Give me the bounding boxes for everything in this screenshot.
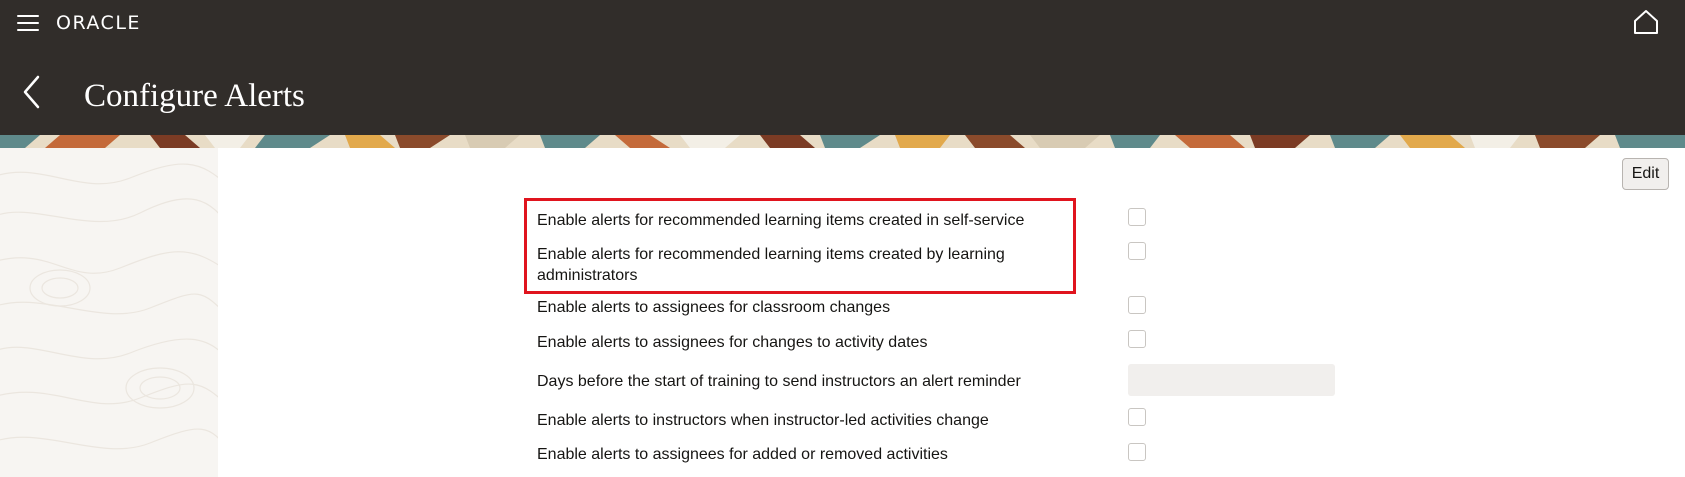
global-header: ORACLE Configure Alerts	[0, 0, 1685, 135]
checkbox-admin-recommended[interactable]	[1128, 242, 1146, 260]
checkbox-self-service-recommended[interactable]	[1128, 208, 1146, 226]
left-decorative-panel	[0, 148, 218, 477]
setting-label-admin-recommended: Enable alerts for recommended learning i…	[537, 246, 1005, 284]
checkbox-instructor-led-changes[interactable]	[1128, 408, 1146, 426]
setting-label-self-service-recommended: Enable alerts for recommended learning i…	[537, 212, 1025, 229]
decorative-pattern-band	[0, 135, 1685, 148]
setting-label-reminder-days: Days before the start of training to sen…	[537, 373, 1021, 390]
checkbox-added-removed-activities[interactable]	[1128, 443, 1146, 461]
setting-label-added-removed-activities: Enable alerts to assignees for added or …	[537, 446, 948, 463]
checkbox-classroom-changes[interactable]	[1128, 296, 1146, 314]
topographic-pattern	[0, 163, 218, 450]
reminder-days-field[interactable]	[1128, 364, 1335, 396]
edit-button[interactable]: Edit	[1622, 158, 1669, 190]
setting-label-classroom-changes: Enable alerts to assignees for classroom…	[537, 299, 891, 316]
home-icon[interactable]	[1633, 9, 1659, 35]
page-title: Configure Alerts	[84, 78, 305, 114]
setting-label-activity-dates: Enable alerts to assignees for changes t…	[537, 334, 928, 351]
oracle-logo[interactable]: ORACLE	[56, 12, 141, 34]
checkbox-activity-dates[interactable]	[1128, 330, 1146, 348]
chevron-left-icon[interactable]	[20, 74, 42, 110]
setting-label-instructor-led-changes: Enable alerts to instructors when instru…	[537, 412, 989, 429]
hamburger-menu-icon[interactable]	[17, 14, 39, 32]
